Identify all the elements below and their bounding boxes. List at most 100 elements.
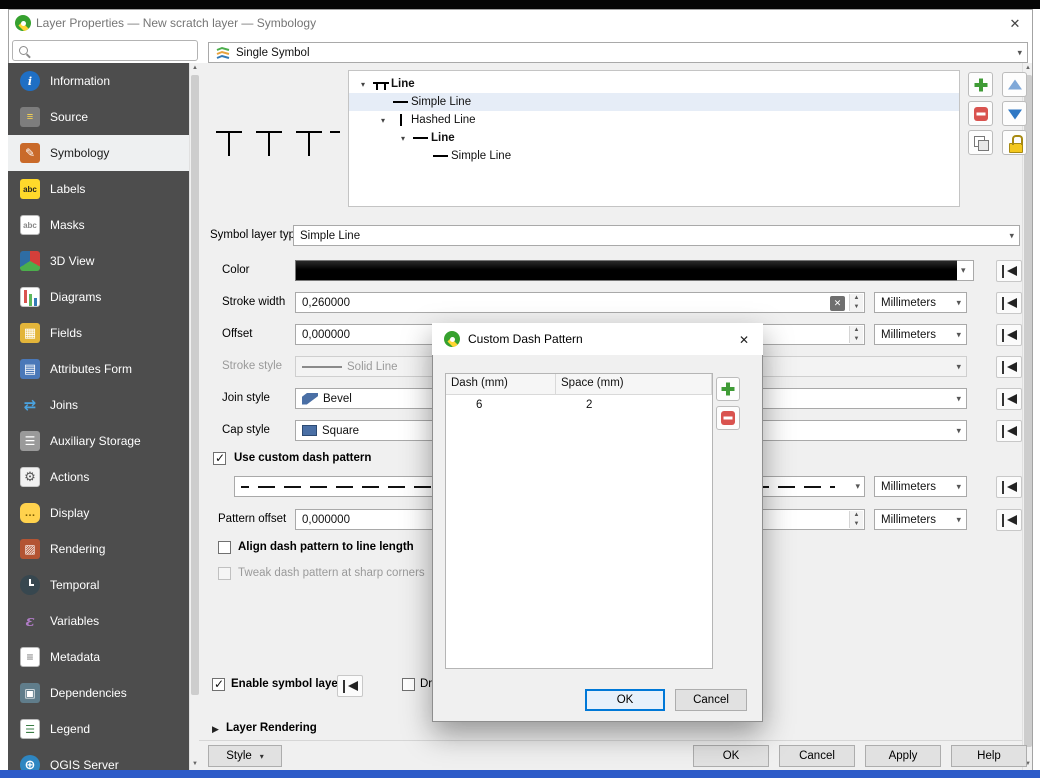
expand-arrow-icon[interactable]: ▾ (355, 80, 371, 89)
data-defined-override-pattern-offset-icon[interactable] (996, 509, 1022, 531)
cancel-button[interactable]: Cancel (779, 745, 855, 767)
align-dash-checkbox[interactable] (218, 541, 231, 554)
sidebar-item-display[interactable]: Display (8, 495, 189, 531)
modal-ok-button[interactable]: OK (585, 689, 665, 711)
data-defined-override-cap-style-icon[interactable] (996, 420, 1022, 442)
pattern-offset-unit-dropdown[interactable]: Millimeters (874, 509, 967, 530)
main-scrollbar[interactable]: ▲ ▼ (1022, 63, 1032, 770)
symbol-tree-item-line[interactable]: ▾ Line (349, 75, 959, 93)
ok-button[interactable]: OK (693, 745, 769, 767)
sidebar-item-dependencies[interactable]: Dependencies (8, 675, 189, 711)
data-defined-override-join-style-icon[interactable] (996, 388, 1022, 410)
color-swatch-button[interactable] (295, 260, 958, 281)
offset-stepper[interactable]: ▲▼ (849, 326, 863, 343)
join-style-label: Join style (222, 392, 270, 404)
dash-pattern-row[interactable]: 6 2 (446, 395, 712, 415)
remove-dash-row-button[interactable] (716, 406, 740, 430)
main-scroll-thumb[interactable] (1024, 75, 1032, 747)
dash-column-header[interactable]: Dash (mm) (446, 374, 556, 394)
bevel-join-icon (302, 393, 318, 405)
layer-rendering-expand-icon[interactable]: ▶ (212, 724, 219, 735)
color-dropdown-arrow[interactable] (957, 260, 974, 281)
sidebar-item-attributes-form[interactable]: Attributes Form (8, 351, 189, 387)
draw-effects-checkbox[interactable] (402, 678, 415, 691)
clear-value-icon[interactable]: ✕ (830, 296, 845, 311)
data-defined-override-stroke-style-icon[interactable] (996, 356, 1022, 378)
add-dash-row-button[interactable] (716, 377, 740, 401)
source-icon (20, 107, 40, 127)
sidebar-item-labels[interactable]: Labels (8, 171, 189, 207)
sidebar-item-symbology[interactable]: Symbology (8, 135, 189, 171)
pattern-offset-stepper[interactable]: ▲▼ (849, 511, 863, 528)
use-custom-dash-label: Use custom dash pattern (234, 452, 371, 464)
sidebar-scroll-thumb[interactable] (191, 75, 199, 695)
symbol-tree-item-line[interactable]: ▾ Line (349, 129, 959, 147)
help-button[interactable]: Help (951, 745, 1027, 767)
apply-button[interactable]: Apply (865, 745, 941, 767)
offset-unit-dropdown[interactable]: Millimeters (874, 324, 967, 345)
auxiliary-storage-icon (20, 431, 40, 451)
expand-arrow-icon[interactable]: ▾ (395, 134, 411, 143)
stroke-width-stepper[interactable]: ▲▼ (849, 294, 863, 311)
symbol-layer-type-dropdown[interactable]: Simple Line (293, 225, 1020, 246)
data-defined-override-dash-icon[interactable] (996, 476, 1022, 498)
vline-icon (391, 113, 411, 127)
sidebar-item-joins[interactable]: Joins (8, 387, 189, 423)
modal-cancel-button[interactable]: Cancel (675, 689, 747, 711)
expand-arrow-icon[interactable]: ▾ (375, 116, 391, 125)
sidebar-item-metadata[interactable]: Metadata (8, 639, 189, 675)
space-column-header[interactable]: Space (mm) (556, 374, 712, 394)
sidebar-item-rendering[interactable]: Rendering (8, 531, 189, 567)
qgis-logo-icon (444, 331, 460, 347)
stroke-width-input[interactable]: 0,260000 ✕ ▲▼ (295, 292, 865, 313)
sidebar-item-actions[interactable]: Actions (8, 459, 189, 495)
labels-icon (20, 179, 40, 199)
sidebar-item-legend[interactable]: Legend (8, 711, 189, 747)
tweak-dash-label: Tweak dash pattern at sharp corners (238, 567, 425, 579)
search-input[interactable] (12, 40, 198, 61)
add-symbol-layer-button[interactable] (968, 72, 993, 97)
line-icon (431, 149, 451, 163)
data-defined-override-stroke-width-icon[interactable] (996, 292, 1022, 314)
sidebar-item-information[interactable]: Information (8, 63, 189, 99)
symbol-tree-item-hashed-line[interactable]: ▾ Hashed Line (349, 111, 959, 129)
dash-unit-dropdown[interactable]: Millimeters (874, 476, 967, 497)
table-header: Dash (mm) Space (mm) (446, 374, 712, 395)
taskbar-strip-bottom (0, 770, 1040, 778)
symbol-layer-type-label: Symbol layer type (210, 229, 301, 241)
close-icon[interactable]: ✕ (1004, 13, 1026, 35)
move-up-button[interactable] (1002, 72, 1027, 97)
data-defined-override-enable-icon[interactable] (337, 675, 363, 697)
lock-color-button[interactable] (1002, 130, 1027, 155)
enable-symbol-layer-checkbox[interactable] (212, 678, 225, 691)
duplicate-symbol-layer-button[interactable] (968, 130, 993, 155)
attributes-form-icon (20, 359, 40, 379)
sidebar-item-auxiliary-storage[interactable]: Auxiliary Storage (8, 423, 189, 459)
data-defined-override-color-icon[interactable] (996, 260, 1022, 282)
joins-icon (20, 395, 40, 415)
move-down-button[interactable] (1002, 101, 1027, 126)
masks-icon (20, 215, 40, 235)
remove-symbol-layer-button[interactable] (968, 101, 993, 126)
modal-close-icon[interactable]: ✕ (735, 331, 753, 349)
symbol-preview (214, 122, 340, 172)
symbol-tree-item-simple-line[interactable]: Simple Line (349, 147, 959, 165)
sidebar-item-fields[interactable]: Fields (8, 315, 189, 351)
modal-titlebar: Custom Dash Pattern ✕ (432, 323, 763, 355)
sidebar-scrollbar[interactable]: ▲ ▼ (189, 63, 199, 770)
sidebar-item-masks[interactable]: Masks (8, 207, 189, 243)
use-custom-dash-checkbox[interactable] (213, 452, 226, 465)
stroke-width-unit-dropdown[interactable]: Millimeters (874, 292, 967, 313)
sidebar-item-source[interactable]: Source (8, 99, 189, 135)
symbol-type-dropdown[interactable]: Single Symbol (208, 42, 1028, 63)
qgis-server-icon (20, 755, 40, 770)
data-defined-override-offset-icon[interactable] (996, 324, 1022, 346)
sidebar-item-3d-view[interactable]: 3D View (8, 243, 189, 279)
style-button[interactable]: Style (208, 745, 282, 767)
metadata-icon (20, 647, 40, 667)
sidebar-item-qgis-server[interactable]: QGIS Server (8, 747, 189, 770)
sidebar-item-variables[interactable]: Variables (8, 603, 189, 639)
symbol-tree-item-simple-line[interactable]: Simple Line (349, 93, 959, 111)
sidebar-item-diagrams[interactable]: Diagrams (8, 279, 189, 315)
sidebar-item-temporal[interactable]: Temporal (8, 567, 189, 603)
